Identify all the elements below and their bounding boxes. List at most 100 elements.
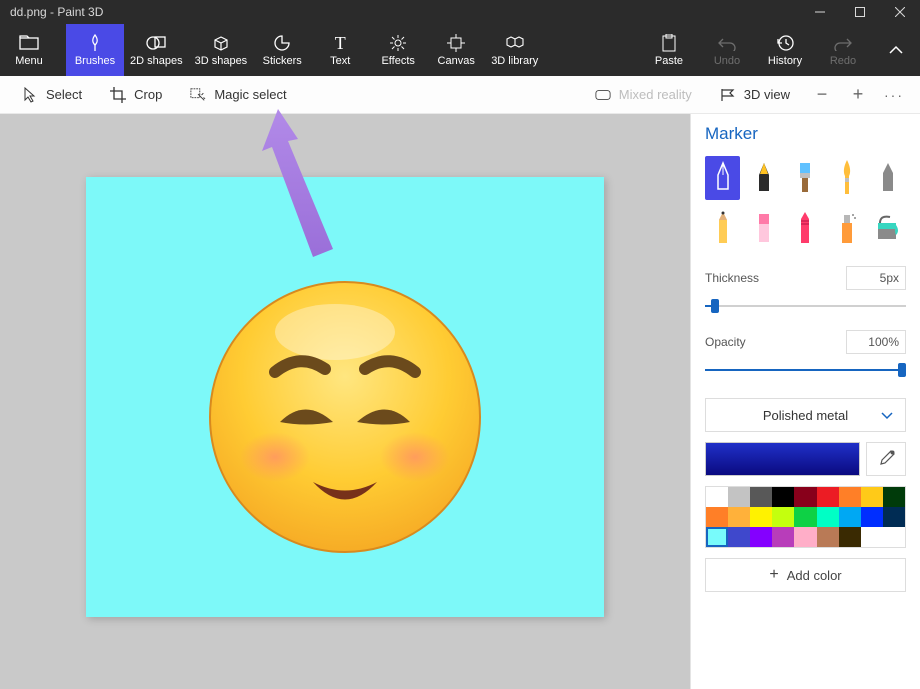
opacity-label: Opacity [705, 335, 746, 349]
color-swatch[interactable] [772, 507, 794, 527]
flag-icon [720, 87, 736, 103]
tab-canvas[interactable]: Canvas [427, 24, 485, 76]
brush-marker[interactable] [705, 156, 740, 200]
history-button[interactable]: History [756, 24, 814, 76]
color-swatch[interactable] [794, 487, 816, 507]
eyedropper-button[interactable] [866, 442, 906, 476]
library-icon [505, 33, 525, 53]
menu-button[interactable]: Menu [0, 24, 58, 76]
color-swatch[interactable] [883, 527, 905, 547]
crop-tool[interactable]: Crop [96, 76, 176, 113]
magic-select-icon [190, 87, 206, 103]
magic-select-tool[interactable]: Magic select [176, 76, 300, 113]
eyedropper-icon [877, 450, 895, 468]
text-icon: T [335, 33, 346, 53]
color-swatch[interactable] [883, 507, 905, 527]
cursor-icon [22, 87, 38, 103]
tab-2d-shapes[interactable]: 2D shapes [124, 24, 189, 76]
tab-3d-shapes[interactable]: 3D shapes [189, 24, 254, 76]
color-swatch[interactable] [706, 487, 728, 507]
shapes-2d-icon [146, 33, 166, 53]
color-swatch[interactable] [706, 507, 728, 527]
select-tool[interactable]: Select [8, 76, 96, 113]
tab-stickers[interactable]: Stickers [253, 24, 311, 76]
undo-button[interactable]: Undo [698, 24, 756, 76]
opacity-input[interactable] [846, 330, 906, 354]
effects-icon [389, 33, 407, 53]
crop-icon [110, 87, 126, 103]
current-color[interactable] [705, 442, 860, 476]
brush-picker [705, 156, 906, 250]
thickness-label: Thickness [705, 271, 759, 285]
3d-view-tool[interactable]: 3D view [706, 76, 804, 113]
brush-pencil[interactable] [705, 206, 740, 250]
material-select[interactable]: Polished metal [705, 398, 906, 432]
brush-icon [86, 33, 104, 53]
brush-eraser[interactable] [746, 206, 781, 250]
color-swatch[interactable] [817, 487, 839, 507]
color-swatch[interactable] [839, 507, 861, 527]
cube-icon [212, 33, 230, 53]
canvas-icon [447, 33, 465, 53]
window-title: dd.png - Paint 3D [10, 5, 103, 19]
secondary-toolbar: Select Crop Magic select Mixed reality 3… [0, 76, 920, 114]
color-swatch[interactable] [883, 487, 905, 507]
tab-3d-library[interactable]: 3D library [485, 24, 544, 76]
color-swatch[interactable] [817, 527, 839, 547]
chevron-up-icon [888, 45, 904, 55]
minimize-button[interactable] [800, 0, 840, 24]
canvas-content-emoji [205, 277, 485, 557]
color-swatch[interactable] [706, 527, 728, 547]
mixed-reality-icon [595, 87, 611, 103]
zoom-out[interactable]: − [804, 77, 840, 113]
folder-icon [19, 33, 39, 53]
collapse-ribbon[interactable] [872, 24, 920, 76]
canvas-area[interactable] [0, 114, 690, 689]
opacity-slider[interactable] [705, 360, 906, 380]
plus-icon: + [769, 566, 778, 584]
add-color-button[interactable]: + Add color [705, 558, 906, 592]
color-swatch[interactable] [728, 527, 750, 547]
color-swatch[interactable] [728, 487, 750, 507]
color-swatch[interactable] [817, 507, 839, 527]
tab-text[interactable]: T Text [311, 24, 369, 76]
paste-button[interactable]: Paste [640, 24, 698, 76]
color-swatch[interactable] [794, 527, 816, 547]
ribbon: Menu Brushes 2D shapes 3D shapes Sticker… [0, 24, 920, 76]
redo-button[interactable]: Redo [814, 24, 872, 76]
brush-spray[interactable] [829, 206, 864, 250]
thickness-slider[interactable] [705, 296, 906, 316]
close-button[interactable] [880, 0, 920, 24]
brush-watercolor[interactable] [829, 156, 864, 200]
color-palette [705, 486, 906, 548]
color-swatch[interactable] [750, 487, 772, 507]
history-icon [776, 33, 794, 53]
canvas[interactable] [86, 177, 604, 617]
maximize-button[interactable] [840, 0, 880, 24]
title-bar: dd.png - Paint 3D [0, 0, 920, 24]
color-swatch[interactable] [728, 507, 750, 527]
color-swatch[interactable] [861, 527, 883, 547]
brush-oil[interactable] [788, 156, 823, 200]
color-swatch[interactable] [750, 507, 772, 527]
color-swatch[interactable] [861, 507, 883, 527]
color-swatch[interactable] [861, 487, 883, 507]
color-swatch[interactable] [772, 527, 794, 547]
color-swatch[interactable] [750, 527, 772, 547]
brush-pixel[interactable] [871, 156, 906, 200]
color-swatch[interactable] [794, 507, 816, 527]
color-swatch[interactable] [839, 487, 861, 507]
mixed-reality-tool: Mixed reality [581, 76, 706, 113]
zoom-in[interactable]: + [840, 77, 876, 113]
color-swatch[interactable] [772, 487, 794, 507]
more-menu[interactable]: ··· [876, 77, 912, 113]
color-swatch[interactable] [839, 527, 861, 547]
brush-fill[interactable] [871, 206, 906, 250]
tab-brushes[interactable]: Brushes [66, 24, 124, 76]
undo-icon [718, 33, 736, 53]
brush-crayon[interactable] [788, 206, 823, 250]
thickness-input[interactable] [846, 266, 906, 290]
brush-calligraphy[interactable] [746, 156, 781, 200]
tab-effects[interactable]: Effects [369, 24, 427, 76]
chevron-down-icon [881, 408, 893, 423]
